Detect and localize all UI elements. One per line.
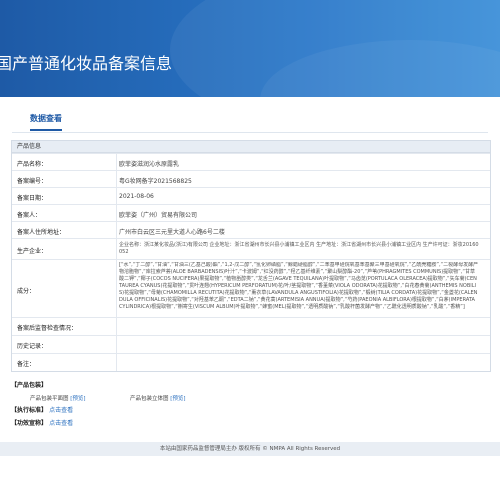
label-product-name: 产品名称： bbox=[17, 161, 48, 168]
standard-heading: 【执行标准】 点击查看 bbox=[11, 407, 74, 414]
row-review: 备案后监督检查情况： bbox=[12, 317, 490, 336]
value-record-date: 2021-08-06 bbox=[119, 193, 154, 200]
packaging-heading: 【产品包装】 bbox=[11, 382, 48, 389]
header-banner: 国产普通化妆品备案信息 bbox=[0, 0, 500, 97]
packaging-flat: 产品包装平面图 [预览] bbox=[30, 394, 86, 402]
label-address: 备案人住所地址： bbox=[17, 229, 66, 236]
value-registrant: 欧菲姿（广州）贸易有限公司 bbox=[119, 212, 198, 219]
divider bbox=[116, 239, 117, 260]
label-ingredients: 成分： bbox=[17, 288, 36, 295]
divider bbox=[116, 318, 117, 336]
divider bbox=[116, 205, 117, 222]
packaging-solid-label: 产品包装立体图 bbox=[130, 396, 169, 402]
packaging-flat-label: 产品包装平面图 bbox=[30, 396, 69, 402]
packaging-solid: 产品包装立体图 [预览] bbox=[130, 394, 186, 402]
footer-copyright: 本站由国家药品监督管理局主办 版权所有 © NMPA All Rights Re… bbox=[159, 446, 341, 452]
row-history: 历史记录： bbox=[12, 335, 490, 354]
efficacy-view-link[interactable]: 点击查看 bbox=[49, 420, 73, 427]
value-ingredients: [“水”,“丁二醇”,“甘油”,“甘油三(乙基己酸)酯”,“1,2-戊二醇”,“… bbox=[119, 262, 479, 310]
packaging-bracket-right: 】 bbox=[41, 382, 48, 389]
value-product-name: 欧菲姿滋润沁水原露乳 bbox=[119, 161, 180, 168]
divider bbox=[116, 154, 117, 171]
page-title: 国产普通化妆品备案信息 bbox=[0, 54, 173, 73]
value-record-no: 粤G妆网备字2021568825 bbox=[119, 178, 192, 185]
label-manufacturer: 生产企业： bbox=[17, 248, 48, 255]
row-record-date: 备案日期： 2021-08-06 bbox=[12, 187, 490, 205]
divider bbox=[116, 171, 117, 188]
label-record-no: 备案编号： bbox=[17, 178, 48, 185]
value-address: 广州市白云区三元里大道人心路6号二楼 bbox=[119, 229, 225, 236]
divider bbox=[116, 336, 117, 354]
row-address: 备案人住所地址： 广州市白云区三元里大道人心路6号二楼 bbox=[12, 221, 490, 239]
divider bbox=[116, 188, 117, 205]
value-manufacturer: 企业名称：浙江某化妆品(浙江)有限公司 企业地址：浙江省湖州市长兴县小浦镇工业区… bbox=[119, 242, 479, 255]
label-review: 备案后监督检查情况： bbox=[17, 325, 78, 332]
row-ingredients: 成分： [“水”,“丁二醇”,“甘油”,“甘油三(乙基己酸)酯”,“1,2-戊二… bbox=[12, 259, 490, 318]
label-history: 历史记录： bbox=[17, 343, 48, 350]
divider bbox=[116, 222, 117, 239]
label-record-date: 备案日期： bbox=[17, 195, 48, 202]
row-manufacturer: 生产企业： 企业名称：浙江某化妆品(浙江)有限公司 企业地址：浙江省湖州市长兴县… bbox=[12, 238, 490, 260]
row-record-no: 备案编号： 粤G妆网备字2021568825 bbox=[12, 170, 490, 188]
product-info-card: 产品信息 产品名称： 欧菲姿滋润沁水原露乳 备案编号： 粤G妆网备字202156… bbox=[11, 140, 491, 372]
row-remark: 备注： bbox=[12, 353, 490, 371]
packaging-flat-preview-link[interactable]: [预览] bbox=[70, 396, 85, 402]
label-registrant: 备案人： bbox=[17, 212, 42, 219]
row-registrant: 备案人： 欧菲姿（广州）贸易有限公司 bbox=[12, 204, 490, 222]
divider bbox=[116, 354, 117, 371]
tab-data-view[interactable]: 数据查看 bbox=[30, 113, 62, 131]
standard-view-link[interactable]: 点击查看 bbox=[49, 407, 73, 414]
tab-bar: 数据查看 bbox=[12, 104, 488, 133]
row-product-name: 产品名称： 欧菲姿滋润沁水原露乳 bbox=[12, 153, 490, 171]
product-info-heading: 产品信息 bbox=[12, 141, 490, 153]
packaging-solid-preview-link[interactable]: [预览] bbox=[170, 396, 185, 402]
divider bbox=[116, 260, 117, 318]
footer: 本站由国家药品监督管理局主办 版权所有 © NMPA All Rights Re… bbox=[0, 442, 500, 456]
label-remark: 备注： bbox=[17, 361, 36, 368]
efficacy-heading: 【功效宣称】 点击查看 bbox=[11, 420, 74, 427]
